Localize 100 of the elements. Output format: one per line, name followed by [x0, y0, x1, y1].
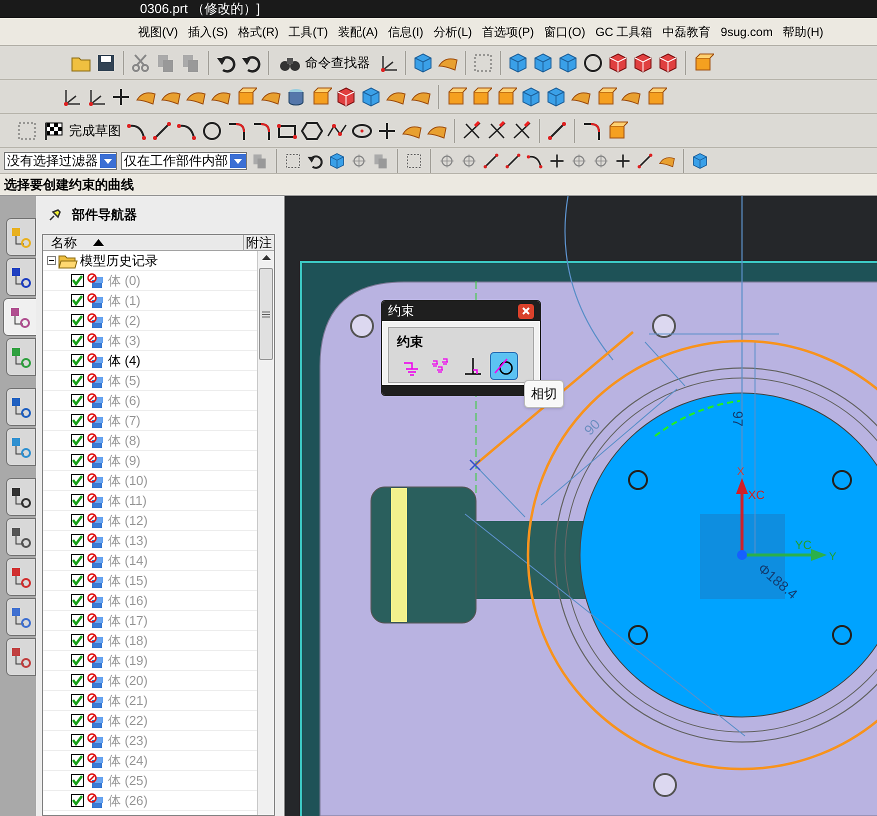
resource-tab[interactable]: [6, 478, 36, 516]
dashed-rectangle-icon[interactable]: [16, 120, 38, 142]
scrollbar-thumb[interactable]: [259, 268, 273, 360]
tree-item-label[interactable]: 体 (21): [108, 690, 148, 710]
line-icon[interactable]: [482, 152, 500, 170]
checkbox[interactable]: [71, 594, 84, 607]
tree-item-label[interactable]: 体 (2): [108, 310, 140, 330]
menu-item[interactable]: 分析(L): [433, 22, 472, 40]
crosshair-icon[interactable]: [438, 152, 456, 170]
cube-icon[interactable]: [520, 86, 542, 108]
hexagon-icon[interactable]: [301, 120, 323, 142]
tree-item-label[interactable]: 体 (8): [108, 430, 140, 450]
tree-item-label[interactable]: 体 (23): [108, 730, 148, 750]
line-icon[interactable]: [504, 152, 522, 170]
cube-icon[interactable]: [545, 86, 567, 108]
cube-icon[interactable]: [532, 52, 554, 74]
checkbox[interactable]: [71, 554, 84, 567]
checkbox[interactable]: [71, 694, 84, 707]
tree-item-label[interactable]: 体 (18): [108, 630, 148, 650]
tree-item-label[interactable]: 体 (6): [108, 390, 140, 410]
resource-tab[interactable]: [6, 258, 36, 296]
scroll-up-icon[interactable]: [262, 255, 270, 260]
tree-item-label[interactable]: 体 (5): [108, 370, 140, 390]
tree-item-label[interactable]: 体 (10): [108, 470, 148, 490]
menu-item[interactable]: 工具(T): [288, 22, 328, 40]
plus-icon[interactable]: [548, 152, 566, 170]
menu-item[interactable]: 9sug.com: [720, 22, 773, 40]
checkbox[interactable]: [71, 374, 84, 387]
menu-item[interactable]: 窗口(O): [544, 22, 586, 40]
checkbox[interactable]: [71, 294, 84, 307]
resource-tab[interactable]: [6, 388, 36, 426]
tree-item-label[interactable]: 体 (19): [108, 650, 148, 670]
tree-item-label[interactable]: 体 (25): [108, 770, 148, 790]
checkbox[interactable]: [71, 534, 84, 547]
checkbox[interactable]: [71, 414, 84, 427]
tree-item-label[interactable]: 体 (4): [108, 350, 140, 370]
dashed-rectangle-icon[interactable]: [472, 52, 494, 74]
tree-item-label[interactable]: 体 (1): [108, 290, 140, 310]
checkbox[interactable]: [71, 434, 84, 447]
tree-item-label[interactable]: 体 (14): [108, 550, 148, 570]
trim-icon[interactable]: [486, 120, 508, 142]
checkbox[interactable]: [71, 354, 84, 367]
checkbox[interactable]: [71, 714, 84, 727]
tree-item-label[interactable]: 体 (20): [108, 670, 148, 690]
cube-icon[interactable]: [691, 152, 709, 170]
checkbox[interactable]: [71, 734, 84, 747]
circle-icon[interactable]: [582, 52, 604, 74]
menu-item[interactable]: 插入(S): [188, 22, 228, 40]
dropdown[interactable]: 没有选择过滤器: [4, 152, 117, 170]
checkbox[interactable]: [71, 334, 84, 347]
tree-item-label[interactable]: 体 (11): [108, 490, 147, 510]
tree-item-label[interactable]: 体 (13): [108, 530, 148, 550]
checkbox[interactable]: [71, 474, 84, 487]
tree-item-label[interactable]: 体 (24): [108, 750, 148, 770]
resource-tab[interactable]: [3, 298, 36, 336]
menu-item[interactable]: 首选项(P): [482, 22, 534, 40]
dropdown[interactable]: 仅在工作部件内部: [121, 152, 247, 170]
cube-icon[interactable]: [507, 52, 529, 74]
line-icon[interactable]: [151, 120, 173, 142]
checkbox[interactable]: [71, 574, 84, 587]
resource-tab[interactable]: [6, 518, 36, 556]
column-header[interactable]: 名称: [43, 235, 244, 250]
tree-item-label[interactable]: 体 (0): [108, 270, 140, 290]
dashed-rectangle-icon[interactable]: [405, 152, 423, 170]
menu-item[interactable]: 帮助(H): [782, 22, 824, 40]
dashed-rectangle-icon[interactable]: [284, 152, 302, 170]
command-finder-button[interactable]: 命令查找器: [275, 50, 374, 76]
menu-item[interactable]: 视图(V): [138, 22, 178, 40]
cube-icon[interactable]: [360, 86, 382, 108]
scissors-icon[interactable]: [130, 52, 152, 74]
cube-icon[interactable]: [657, 52, 679, 74]
checkbox[interactable]: [71, 274, 84, 287]
cube-icon[interactable]: [557, 52, 579, 74]
cube-icon[interactable]: [632, 52, 654, 74]
cube-icon[interactable]: [607, 52, 629, 74]
cube-icon[interactable]: [412, 52, 434, 74]
collapse-icon[interactable]: [47, 256, 56, 265]
checkbox[interactable]: [71, 454, 84, 467]
menu-item[interactable]: 信息(I): [388, 22, 424, 40]
close-button[interactable]: [518, 304, 534, 318]
crosshair-icon[interactable]: [350, 152, 368, 170]
checkbox[interactable]: [71, 494, 84, 507]
checkbox[interactable]: [71, 674, 84, 687]
trim-icon[interactable]: [511, 120, 533, 142]
line-icon[interactable]: [636, 152, 654, 170]
menu-item[interactable]: 格式(R): [238, 22, 279, 40]
tree-item-label[interactable]: 体 (17): [108, 610, 148, 630]
tree-item-label[interactable]: 模型历史记录: [80, 251, 158, 270]
checkbox[interactable]: [71, 314, 84, 327]
tree-item-label[interactable]: 体 (3): [108, 330, 140, 350]
tree-item-label[interactable]: 体 (9): [108, 450, 140, 470]
tree-item-label[interactable]: 体 (7): [108, 410, 140, 430]
checkbox[interactable]: [71, 514, 84, 527]
tree-item-label[interactable]: 体 (22): [108, 710, 148, 730]
checkbox[interactable]: [71, 654, 84, 667]
circle-icon[interactable]: [201, 120, 223, 142]
tree-item-label[interactable]: 体 (12): [108, 510, 148, 530]
tree-item-label[interactable]: 体 (26): [108, 790, 148, 810]
menu-item[interactable]: 中磊教育: [662, 22, 711, 40]
tree-item-label[interactable]: 体 (15): [108, 570, 148, 590]
